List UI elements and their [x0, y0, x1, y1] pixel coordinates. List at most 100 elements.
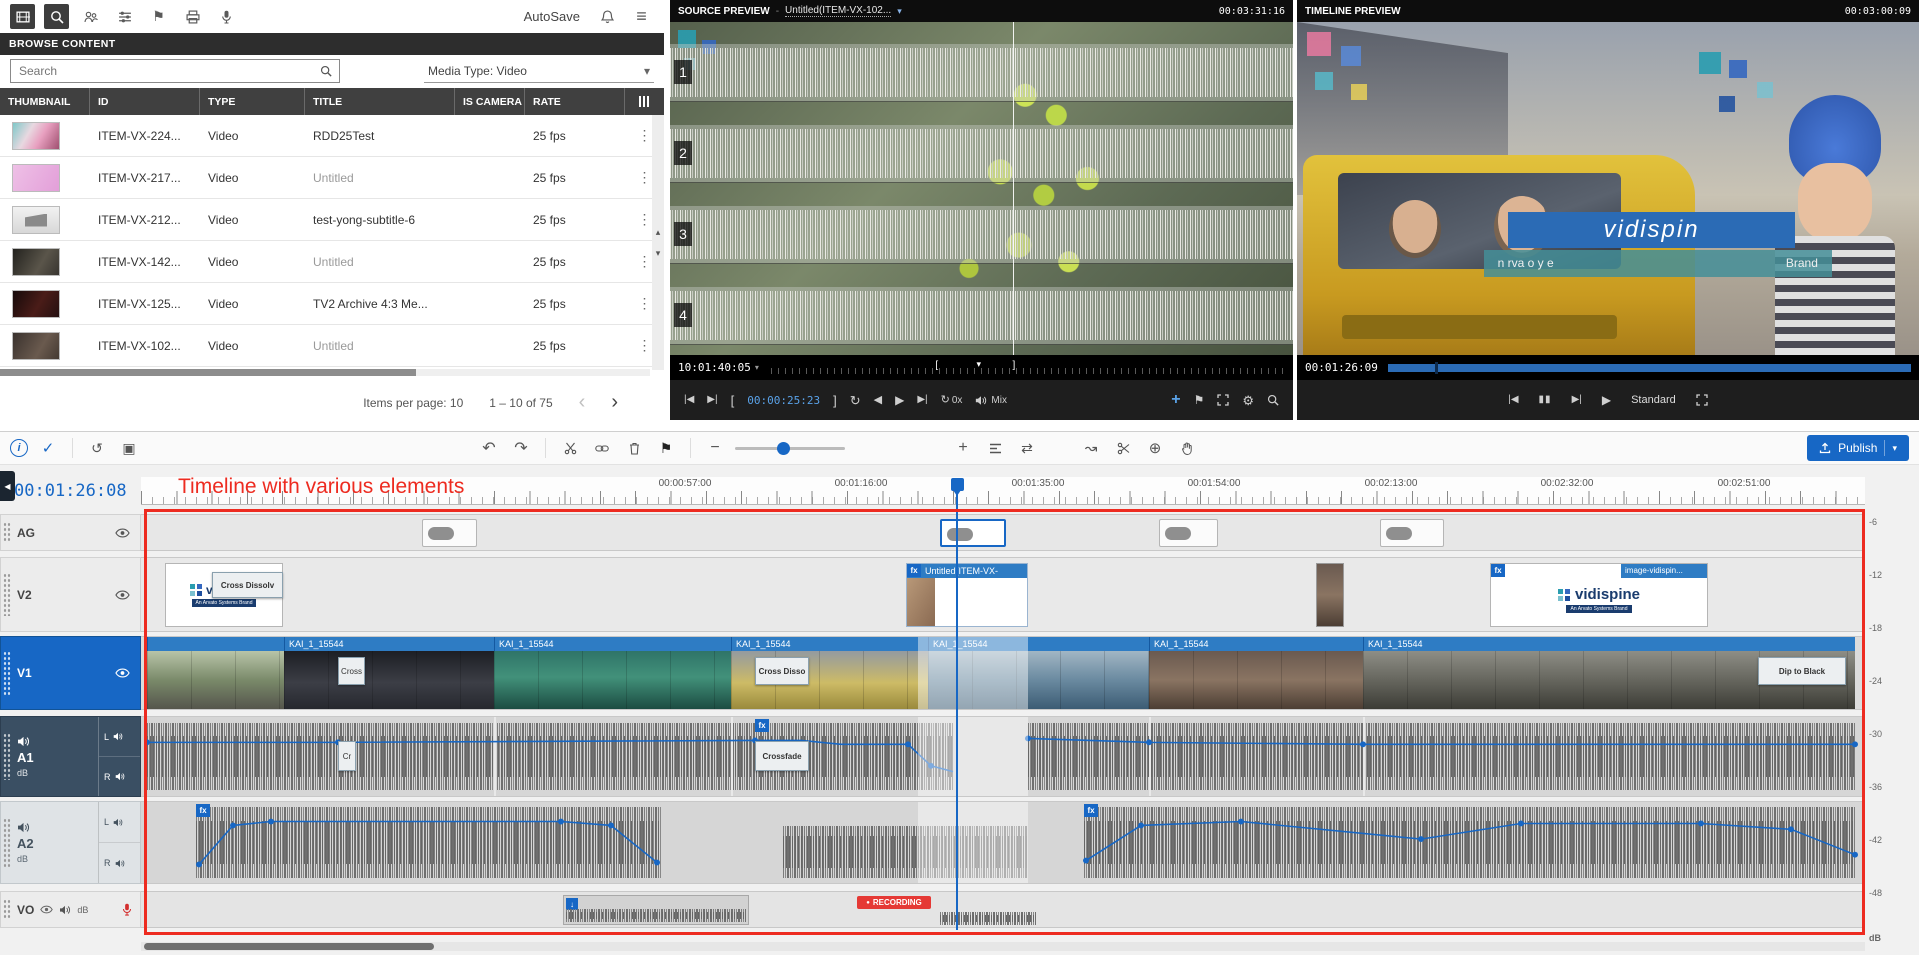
table-horizontal-scrollbar[interactable] [0, 369, 650, 376]
mark-out-icon[interactable]: ] [833, 394, 837, 407]
go-to-marker-icon[interactable]: ⚑ [1194, 394, 1205, 406]
zoom-out-icon[interactable]: − [703, 436, 727, 460]
razor-tool-icon[interactable] [1111, 436, 1135, 460]
transition-cross[interactable]: Cross [338, 657, 365, 685]
publish-button[interactable]: Publish ▾ [1807, 435, 1909, 461]
delete-icon[interactable] [622, 436, 646, 460]
mic-icon[interactable] [214, 4, 239, 29]
page-prev-icon[interactable]: ‹ [579, 391, 586, 414]
col-thumbnail[interactable]: THUMBNAIL [0, 88, 90, 115]
graphics-clip[interactable] [1380, 519, 1444, 547]
track-lane-vo[interactable]: ↓ ● RECORDING [141, 891, 1865, 928]
go-to-in-icon[interactable]: |◀ [684, 395, 694, 405]
track-header-ag[interactable]: AG [0, 514, 141, 551]
track-drag-handle[interactable] [3, 733, 11, 780]
track-header-v1-selected[interactable]: V1 [0, 636, 141, 710]
play-icon[interactable]: ▶ [895, 394, 904, 406]
track-header-vo[interactable]: VO dB [0, 891, 141, 928]
hand-tool-icon[interactable] [1175, 436, 1199, 460]
audio-waveform[interactable] [147, 723, 953, 790]
video-clip[interactable]: KAI_1_15544 [284, 637, 494, 709]
track-lane-ag[interactable] [141, 514, 1865, 551]
track-header-a2[interactable]: A2 dB L R [0, 801, 141, 884]
export-icon[interactable] [180, 4, 205, 29]
media-browser-icon[interactable] [10, 4, 35, 29]
fx-badge[interactable]: fx [907, 564, 921, 577]
track-header-a1[interactable]: A1 dB L R [0, 716, 141, 797]
add-marker-icon[interactable]: + [1171, 392, 1180, 408]
channel-left[interactable]: L [99, 717, 140, 757]
page-next-icon[interactable]: › [611, 391, 618, 414]
scroll-up-icon[interactable]: ▴ [656, 227, 661, 238]
video-clip[interactable]: KAI_1_15544 [1149, 637, 1363, 709]
zoom-slider[interactable] [735, 447, 845, 450]
add-track-icon[interactable] [983, 436, 1007, 460]
fx-badge[interactable]: fx [1491, 564, 1505, 577]
collapse-panel-icon[interactable]: ◀ [0, 471, 15, 501]
undo-icon[interactable]: ↶ [477, 436, 501, 460]
table-row[interactable]: ITEM-VX-125... Video TV2 Archive 4:3 Me.… [0, 283, 664, 325]
loop-icon[interactable]: ↻ [850, 394, 861, 407]
col-title[interactable]: TITLE [305, 88, 455, 115]
curve-tool-icon[interactable]: ↝ [1079, 436, 1103, 460]
channel-left[interactable]: L [99, 802, 140, 843]
search-tool-icon[interactable] [44, 4, 69, 29]
selection-timecode[interactable]: 00:00:25:23 [747, 394, 820, 407]
track-lane-a1[interactable]: Cr fx Crossfade [141, 716, 1865, 797]
transition-cr[interactable]: Cr [338, 741, 356, 771]
track-db-label[interactable]: dB [17, 854, 98, 864]
small-video-clip[interactable] [1316, 563, 1344, 627]
insert-tool-icon[interactable]: ⊕ [1143, 436, 1167, 460]
search-submit-icon[interactable] [313, 60, 339, 82]
play-icon[interactable]: ▶ [1602, 394, 1611, 406]
col-is-camera[interactable]: IS CAMERA [455, 88, 525, 115]
track-visibility-eye-icon[interactable] [40, 905, 53, 914]
audio-waveform[interactable] [1084, 807, 1855, 878]
settings-gear-icon[interactable]: ⚙ [1242, 394, 1254, 407]
reorder-tracks-icon[interactable]: ⇄ [1015, 436, 1039, 460]
fullscreen-icon[interactable] [1217, 394, 1229, 406]
track-drag-handle[interactable] [3, 573, 11, 617]
settings-sliders-icon[interactable] [112, 4, 137, 29]
validate-check-icon[interactable]: ✓ [36, 436, 60, 460]
mark-in-icon[interactable]: [ [731, 394, 735, 407]
clip-selector-chevron-icon[interactable]: ▾ [897, 7, 902, 16]
quality-selector[interactable]: Standard [1631, 394, 1676, 406]
zoom-slider-knob[interactable] [777, 442, 790, 455]
video-clip-untitled[interactable]: Untitled(ITEM-VX- fx [906, 563, 1028, 627]
track-visibility-eye-icon[interactable] [115, 590, 130, 600]
track-visibility-eye-icon[interactable] [115, 528, 130, 538]
zoom-in-icon[interactable]: + [951, 436, 975, 460]
track-lane-v2[interactable]: vidispine An Arvato Systems Brand Cross … [141, 557, 1865, 632]
voiceover-clip[interactable]: ↓ [563, 895, 749, 925]
track-db-label[interactable]: dB [77, 905, 88, 915]
cut-scissors-icon[interactable] [558, 436, 582, 460]
graphics-clip-selected[interactable] [940, 519, 1006, 547]
track-speaker-icon[interactable] [17, 822, 30, 833]
progress-position-marker[interactable] [1435, 362, 1438, 374]
transition-crossfade[interactable]: Crossfade [755, 741, 809, 771]
audio-waveform[interactable] [1028, 723, 1855, 790]
channel-right[interactable]: R [99, 757, 140, 796]
play-reverse-icon[interactable]: ◀ [874, 395, 882, 406]
track-speaker-icon[interactable] [17, 736, 30, 747]
source-clip-selector[interactable]: Untitled(ITEM-VX-102... [785, 5, 891, 17]
transition-dip-to-black[interactable]: Dip to Black [1758, 657, 1846, 685]
source-current-timecode[interactable]: 10:01:40:05 [678, 361, 751, 374]
panel-scroll-strip[interactable]: ▴ ▾ [652, 115, 664, 370]
media-type-select[interactable]: Media Type: Video ▾ [424, 59, 654, 83]
table-row[interactable]: ITEM-VX-217... Video Untitled 25 fps ⋮ [0, 157, 664, 199]
marker-flag-icon[interactable]: ⚑ [146, 4, 171, 29]
transition-cross-dissolve[interactable]: Cross Dissolv [212, 572, 283, 598]
source-video-viewport[interactable]: 1 2 3 4 [670, 22, 1293, 355]
track-visibility-eye-icon[interactable] [115, 668, 130, 678]
zoom-icon[interactable] [1267, 394, 1279, 406]
table-row[interactable]: ITEM-VX-224... Video RDD25Test 25 fps ⋮ [0, 115, 664, 157]
history-icon[interactable]: ↺ [85, 436, 109, 460]
prev-clip-icon[interactable]: |◀ [1508, 395, 1518, 405]
audio-waveform[interactable] [196, 807, 661, 878]
notifications-bell-icon[interactable] [595, 4, 620, 29]
info-icon[interactable]: i [10, 439, 28, 457]
col-rate[interactable]: RATE [525, 88, 625, 115]
channel-right[interactable]: R [99, 843, 140, 883]
